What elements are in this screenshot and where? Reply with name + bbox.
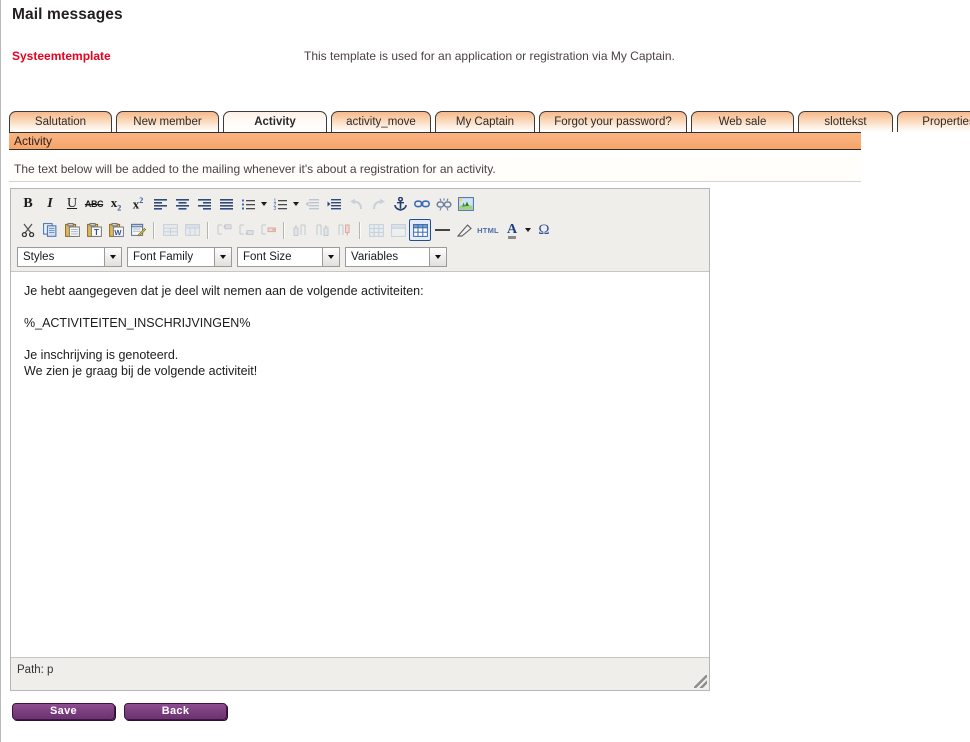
toolbar-row-selects: Styles Font Family Font Size Variables xyxy=(13,243,707,270)
merge-cells-icon xyxy=(159,219,181,241)
template-description: This template is used for an application… xyxy=(304,49,675,63)
editor-content-area[interactable]: Je hebt aangegeven dat je deel wilt neme… xyxy=(11,273,709,658)
svg-text:+: + xyxy=(245,231,248,236)
tab-my-captain[interactable]: My Captain xyxy=(435,111,535,132)
insert-row-after-icon: + xyxy=(235,219,257,241)
align-right-icon[interactable] xyxy=(193,193,215,215)
edit-html-icon[interactable]: HTML xyxy=(475,219,501,241)
editor-paragraph-3-line-1: Je inschrijving is genoteerd. xyxy=(24,348,179,362)
insert-column-before-icon: + xyxy=(289,219,311,241)
special-character-icon[interactable]: Ω xyxy=(533,219,555,241)
svg-text:+: + xyxy=(324,224,327,230)
toolbar-row-clipboard-table: T W + + + + HTML A Ω xyxy=(13,217,707,243)
subscript-icon[interactable]: x2 xyxy=(105,193,127,215)
bullet-list-chevron-down-icon[interactable] xyxy=(259,193,269,215)
tab-activity[interactable]: Activity xyxy=(223,111,327,132)
copy-icon[interactable] xyxy=(39,219,61,241)
align-center-icon[interactable] xyxy=(171,193,193,215)
save-button[interactable]: Save xyxy=(12,703,115,720)
insert-link-icon[interactable] xyxy=(411,193,433,215)
toolbar-separator xyxy=(359,221,361,239)
template-tabs: Salutation New member Activity activity_… xyxy=(9,110,970,132)
italic-icon[interactable]: I xyxy=(39,193,61,215)
indent-icon[interactable] xyxy=(323,193,345,215)
tab-activity-move[interactable]: activity_move xyxy=(331,111,431,132)
font-family-chevron-down-icon[interactable] xyxy=(214,247,231,266)
numbered-list-icon[interactable]: 123 xyxy=(269,193,291,215)
text-color-chevron-down-icon[interactable] xyxy=(523,219,533,241)
outdent-icon xyxy=(301,193,323,215)
action-buttons: Save Back xyxy=(12,703,236,720)
section-title-bar: Activity xyxy=(9,132,861,150)
section-instruction: The text below will be added to the mail… xyxy=(9,158,861,182)
editor-paragraph-3-line-2: We zien je graag bij de volgende activit… xyxy=(24,364,258,378)
svg-text:+: + xyxy=(294,224,297,230)
insert-table-icon[interactable] xyxy=(409,219,431,241)
remove-formatting-icon[interactable] xyxy=(453,219,475,241)
align-left-icon[interactable] xyxy=(149,193,171,215)
unlink-icon[interactable] xyxy=(433,193,455,215)
insert-image-icon[interactable] xyxy=(455,193,477,215)
back-button[interactable]: Back xyxy=(124,703,227,720)
font-family-select[interactable]: Font Family xyxy=(127,246,232,267)
text-color-icon[interactable]: A xyxy=(501,219,523,241)
numbered-list-chevron-down-icon[interactable] xyxy=(291,193,301,215)
styles-chevron-down-icon[interactable] xyxy=(104,247,121,266)
svg-text:T: T xyxy=(94,228,99,237)
insert-row-before-icon: + xyxy=(213,219,235,241)
underline-icon[interactable]: U xyxy=(61,193,83,215)
paste-from-word-icon[interactable]: W xyxy=(105,219,127,241)
editor-paragraph-2: %_ACTIVITEITEN_INSCHRIJVINGEN% xyxy=(24,316,251,330)
align-justify-icon[interactable] xyxy=(215,193,237,215)
horizontal-rule-icon[interactable] xyxy=(431,219,453,241)
svg-text:+: + xyxy=(223,224,226,230)
variables-select[interactable]: Variables xyxy=(345,246,447,267)
resize-grip-handle[interactable] xyxy=(694,675,707,688)
cut-icon[interactable] xyxy=(17,219,39,241)
editor-path: Path: p xyxy=(17,664,54,676)
superscript-icon[interactable]: x2 xyxy=(127,193,149,215)
tab-new-member[interactable]: New member xyxy=(116,111,219,132)
tab-properties[interactable]: Properties xyxy=(897,111,970,132)
tab-web-sale[interactable]: Web sale xyxy=(691,111,794,132)
toolbar-row-formatting: B I U ABC x2 x2 1 2 3 xyxy=(13,191,707,217)
undo-icon xyxy=(345,193,367,215)
template-kind-label: Systeemtemplate xyxy=(12,49,111,63)
font-size-select[interactable]: Font Size xyxy=(237,246,340,267)
styles-select[interactable]: Styles xyxy=(17,246,122,267)
font-size-chevron-down-icon[interactable] xyxy=(322,247,339,266)
svg-text:3: 3 xyxy=(273,206,276,211)
variables-chevron-down-icon[interactable] xyxy=(429,247,446,266)
delete-column-icon xyxy=(333,219,355,241)
page-title: Mail messages xyxy=(12,6,123,23)
row-properties-icon xyxy=(387,219,409,241)
toolbar-separator xyxy=(283,221,285,239)
svg-text:W: W xyxy=(114,228,122,237)
bold-icon[interactable]: B xyxy=(17,193,39,215)
paste-icon[interactable] xyxy=(61,219,83,241)
tab-slottekst[interactable]: slottekst xyxy=(798,111,893,132)
redo-icon xyxy=(367,193,389,215)
split-cells-icon xyxy=(181,219,203,241)
anchor-icon[interactable] xyxy=(389,193,411,215)
editor-paragraph-1: Je hebt aangegeven dat je deel wilt neme… xyxy=(24,284,424,298)
template-info-row: Systeemtemplate This template is used fo… xyxy=(12,49,952,65)
strikethrough-icon[interactable]: ABC xyxy=(83,193,105,215)
bullet-list-icon[interactable] xyxy=(237,193,259,215)
toolbar-separator xyxy=(153,221,155,239)
table-properties-icon xyxy=(365,219,387,241)
rich-text-editor: B I U ABC x2 x2 1 2 3 T W + + + + HTML A… xyxy=(10,188,710,691)
paste-as-text-icon[interactable]: T xyxy=(83,219,105,241)
editor-status-bar: Path: p xyxy=(11,657,709,690)
editor-toolbar: B I U ABC x2 x2 1 2 3 T W + + + + HTML A… xyxy=(11,189,709,272)
delete-row-icon xyxy=(257,219,279,241)
editor-paragraph-3: Je inschrijving is genoteerd. We zien je… xyxy=(24,347,697,379)
page-container: Mail messages Systeemtemplate This templ… xyxy=(0,0,970,742)
edit-source-icon[interactable] xyxy=(127,219,149,241)
toolbar-separator xyxy=(207,221,209,239)
tab-salutation[interactable]: Salutation xyxy=(9,111,112,132)
tab-forgot-password[interactable]: Forgot your password? xyxy=(539,111,687,132)
insert-column-after-icon: + xyxy=(311,219,333,241)
